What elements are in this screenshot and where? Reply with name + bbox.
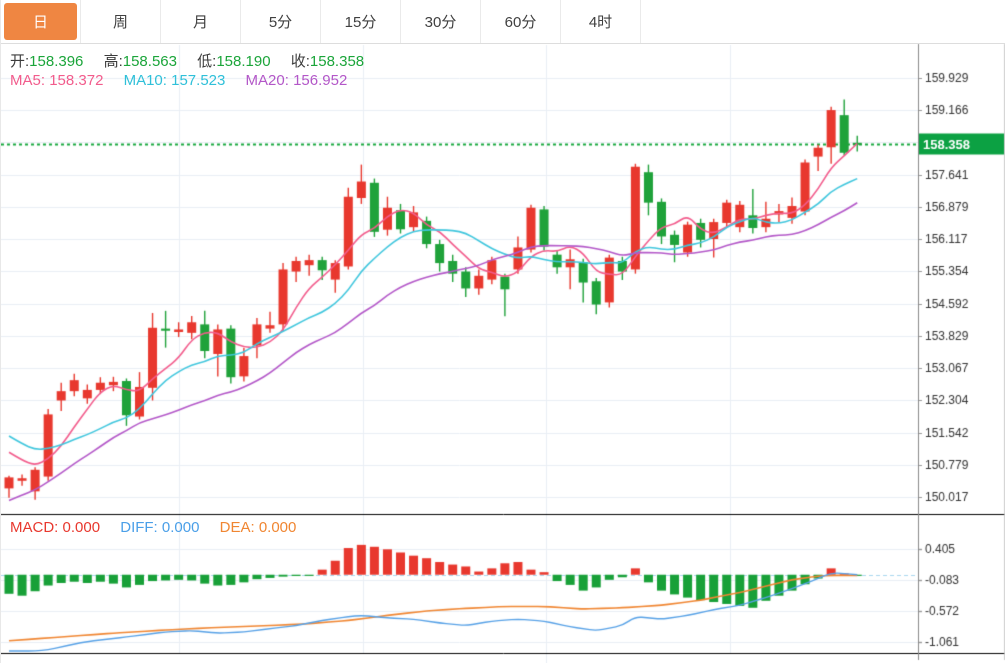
tab-30min[interactable]: 30分: [401, 0, 481, 43]
open-value: 158.396: [29, 53, 83, 70]
open-label: 开:: [10, 53, 29, 70]
ma5-group: MA5: 158.372: [10, 72, 103, 89]
high-value: 158.563: [123, 53, 177, 70]
macd-header: MACD: 0.000 DIFF: 0.000 DEA: 0.000: [10, 519, 312, 536]
tab-week-label: 周: [84, 3, 157, 40]
ma20-value: 156.952: [293, 72, 347, 89]
ma5-value: 158.372: [49, 72, 103, 89]
ma-header: MA5: 158.372 MA10: 157.523 MA20: 156.952: [10, 72, 363, 89]
timeframe-tabbar: 日 周 月 5分 15分 30分 60分 4时: [1, 0, 1005, 44]
ohlc-high: 高:158.563: [104, 53, 177, 70]
low-value: 158.190: [216, 53, 270, 70]
dea-value: 0.000: [259, 519, 297, 536]
tab-5min-label: 5分: [244, 3, 317, 40]
macd-value: 0.000: [63, 519, 101, 536]
ma20-label: MA20:: [246, 72, 289, 89]
tab-4hour[interactable]: 4时: [561, 0, 641, 43]
dea-label: DEA:: [220, 519, 255, 536]
macd-label: MACD:: [10, 519, 58, 536]
ohlc-low: 低:158.190: [197, 53, 270, 70]
tab-month-label: 月: [164, 3, 237, 40]
tab-5min[interactable]: 5分: [241, 0, 321, 43]
dea-group: DEA: 0.000: [220, 519, 297, 536]
macd-group: MACD: 0.000: [10, 519, 100, 536]
price-macd-chart-canvas[interactable]: [1, 0, 1005, 663]
tab-week[interactable]: 周: [81, 0, 161, 43]
close-value: 158.358: [310, 53, 364, 70]
tab-15min[interactable]: 15分: [321, 0, 401, 43]
diff-value: 0.000: [162, 519, 200, 536]
diff-group: DIFF: 0.000: [120, 519, 199, 536]
tab-day[interactable]: 日: [1, 0, 81, 43]
ohlc-open: 开:158.396: [10, 53, 83, 70]
tab-day-label: 日: [4, 3, 77, 40]
ohlc-close: 收:158.358: [291, 53, 364, 70]
tab-month[interactable]: 月: [161, 0, 241, 43]
low-label: 低:: [197, 53, 216, 70]
tab-60min[interactable]: 60分: [481, 0, 561, 43]
ma10-value: 157.523: [171, 72, 225, 89]
ohlc-header: 开:158.396 高:158.563 低:158.190 收:158.358: [10, 50, 380, 71]
tab-15min-label: 15分: [324, 3, 397, 40]
high-label: 高:: [104, 53, 123, 70]
close-label: 收:: [291, 53, 310, 70]
diff-label: DIFF:: [120, 519, 158, 536]
ma10-group: MA10: 157.523: [124, 72, 226, 89]
tab-30min-label: 30分: [404, 3, 477, 40]
tab-60min-label: 60分: [484, 3, 557, 40]
tab-4hour-label: 4时: [564, 3, 637, 40]
ma10-label: MA10:: [124, 72, 167, 89]
trading-chart-page: { "tabs": { "items": [ {"label": "日", "s…: [0, 0, 1005, 663]
ma5-label: MA5:: [10, 72, 45, 89]
ma20-group: MA20: 156.952: [246, 72, 348, 89]
